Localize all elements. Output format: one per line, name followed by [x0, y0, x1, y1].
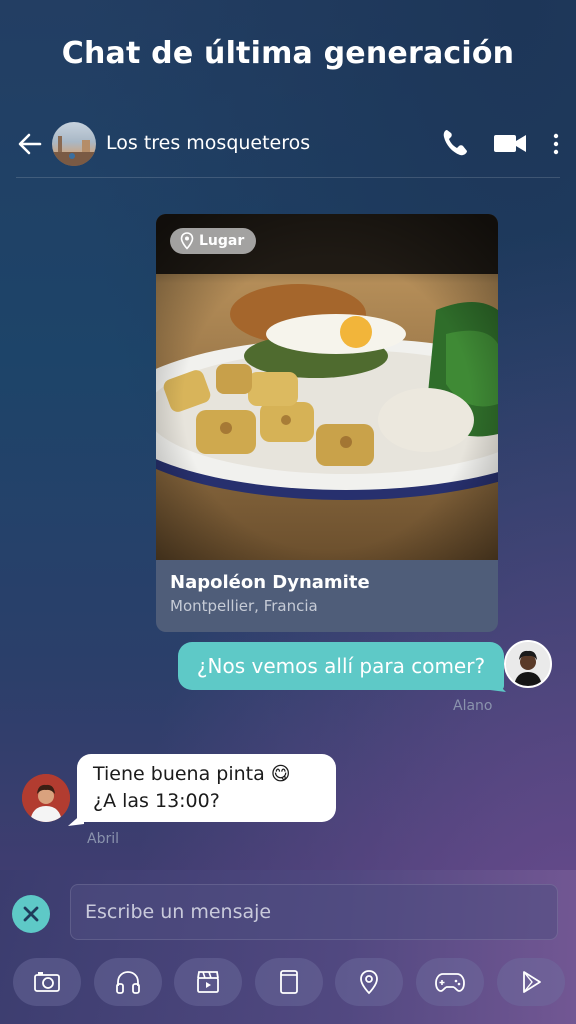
video-button[interactable]: [174, 958, 242, 1006]
chat-header: Los tres mosqueteros: [0, 118, 576, 170]
sender-name: Abril: [87, 831, 119, 847]
chat-name[interactable]: Los tres mosqueteros: [106, 132, 310, 154]
games-button[interactable]: [416, 958, 484, 1006]
camera-icon: [34, 972, 60, 992]
sender-name: Alano: [453, 698, 493, 714]
place-location: Montpellier, Francia: [170, 597, 318, 615]
attachment-toolbar: [13, 958, 565, 1006]
composer: [0, 870, 576, 1024]
avatar-alano[interactable]: [504, 640, 552, 688]
arrow-left-icon: [18, 133, 42, 155]
message-text: ¿Nos vemos allí para comer?: [196, 654, 486, 678]
message-line: ¿A las 13:00?: [93, 790, 220, 812]
call-button[interactable]: [440, 126, 470, 164]
outgoing-message-bubble[interactable]: ¿Nos vemos allí para comer?: [178, 642, 504, 690]
more-vertical-icon: [553, 133, 559, 155]
more-options-button[interactable]: [548, 126, 564, 164]
close-icon: [23, 906, 39, 922]
place-name: Napoléon Dynamite: [170, 572, 370, 593]
message-line: Tiene buena pinta 😋: [93, 763, 291, 785]
back-button[interactable]: [14, 128, 46, 160]
bubble-tail: [490, 676, 506, 692]
location-pin-icon: [360, 970, 378, 995]
bubble-tail: [68, 812, 84, 826]
card-button[interactable]: [255, 958, 323, 1006]
play-button[interactable]: [497, 958, 565, 1006]
incoming-message-bubble[interactable]: Tiene buena pinta 😋 ¿A las 13:00?: [77, 754, 336, 822]
clear-button[interactable]: [12, 895, 50, 933]
place-tag: Lugar: [170, 228, 257, 254]
card-icon: [280, 970, 298, 994]
gamepad-icon: [435, 973, 465, 992]
location-pin-icon: [180, 232, 194, 250]
video-call-button[interactable]: [493, 126, 527, 164]
headphones-icon: [116, 971, 140, 994]
place-card[interactable]: Lugar Napoléon Dynamite Montpellier, Fra…: [156, 214, 498, 632]
audio-button[interactable]: [94, 958, 162, 1006]
camera-button[interactable]: [13, 958, 81, 1006]
header-divider: [16, 177, 560, 178]
place-photo: [156, 214, 498, 560]
avatar-abril[interactable]: [22, 774, 70, 822]
place-tag-label: Lugar: [199, 233, 245, 249]
promo-title: Chat de última generación: [61, 36, 515, 71]
phone-icon: [443, 130, 467, 156]
play-icon: [523, 971, 541, 993]
location-button[interactable]: [335, 958, 403, 1006]
video-camera-icon: [494, 135, 526, 152]
group-avatar[interactable]: [52, 122, 96, 166]
clapperboard-icon: [197, 971, 219, 993]
message-input[interactable]: [70, 884, 558, 940]
